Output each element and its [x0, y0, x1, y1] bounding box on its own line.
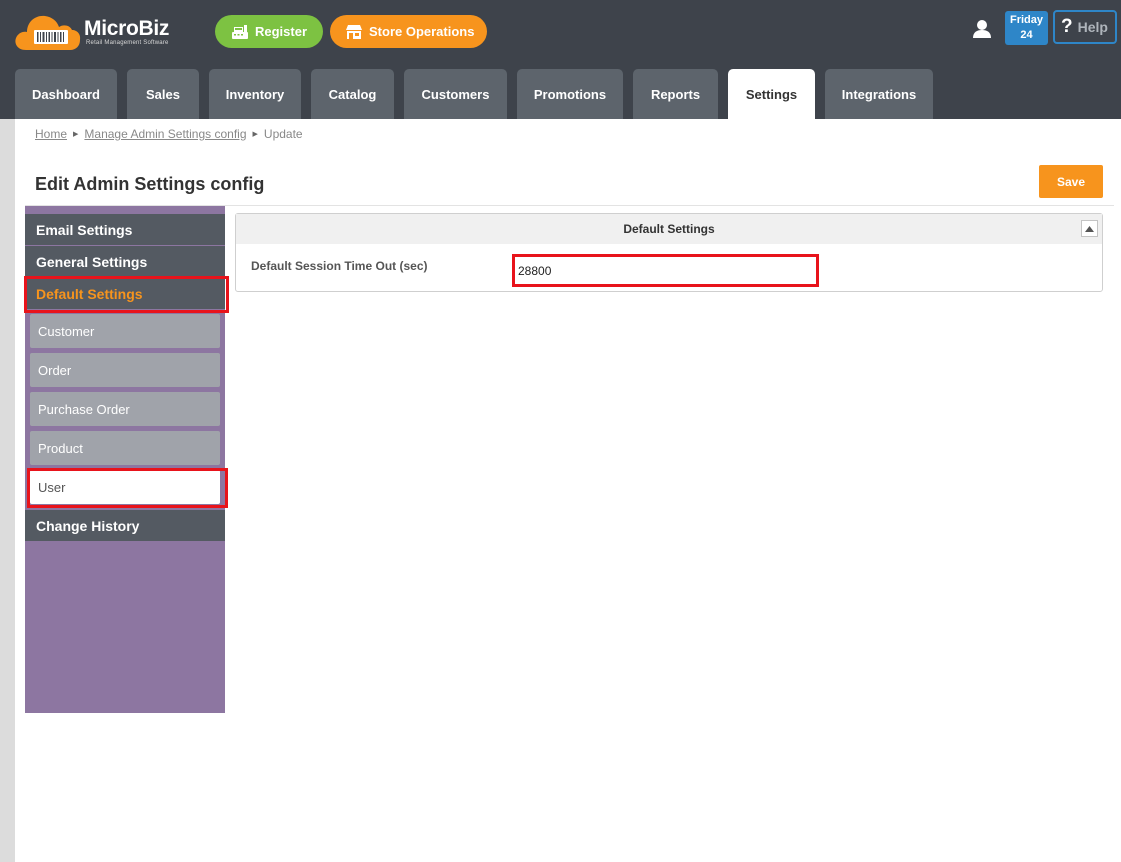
sidebar-item-default-settings[interactable]: Default Settings: [25, 278, 225, 309]
tab-reports[interactable]: Reports: [633, 69, 718, 119]
breadcrumb-manage-admin-settings[interactable]: Manage Admin Settings config: [84, 127, 246, 141]
sidebar-item-general-settings[interactable]: General Settings: [25, 246, 225, 277]
date-widget[interactable]: Friday 24: [1005, 11, 1048, 45]
breadcrumb-separator-icon: ▶: [73, 131, 79, 138]
page-title: Edit Admin Settings config: [35, 174, 265, 194]
tab-promotions[interactable]: Promotions: [517, 69, 623, 119]
left-edge-strip: [0, 119, 15, 862]
default-settings-panel: Default Settings Default Session Time Ou…: [235, 213, 1103, 292]
user-icon[interactable]: [970, 18, 994, 40]
breadcrumb-separator-icon: ▶: [252, 131, 258, 138]
sidebar-subitem-user[interactable]: User: [30, 470, 220, 504]
sidebar-item-email-settings[interactable]: Email Settings: [25, 214, 225, 245]
help-label: Help: [1077, 19, 1108, 35]
tab-integrations[interactable]: Integrations: [825, 69, 933, 119]
help-button[interactable]: ? Help: [1053, 10, 1117, 44]
sidebar-item-change-history[interactable]: Change History: [25, 510, 225, 541]
triangle-up-icon: [1085, 225, 1094, 232]
storefront-icon: [345, 24, 363, 40]
session-timeout-label: Default Session Time Out (sec): [251, 259, 428, 273]
sidebar-subitem-purchase-order[interactable]: Purchase Order: [30, 392, 220, 426]
top-header: MicroBiz Retail Management Software Regi…: [0, 0, 1121, 119]
question-mark-icon: ?: [1061, 16, 1073, 37]
sidebar-subitem-product[interactable]: Product: [30, 431, 220, 465]
breadcrumb-current: Update: [263, 127, 303, 141]
collapse-button[interactable]: [1081, 220, 1098, 237]
breadcrumb-home[interactable]: Home: [35, 127, 67, 141]
tab-customers[interactable]: Customers: [404, 69, 507, 119]
brand-tagline: Retail Management Software: [86, 40, 169, 46]
app-window: MicroBiz Retail Management Software Regi…: [0, 0, 1121, 862]
panel-title: Default Settings: [623, 222, 715, 236]
settings-sidebar: Email Settings General Settings Default …: [25, 206, 225, 713]
brand-name: MicroBiz: [84, 17, 170, 40]
store-operations-label: Store Operations: [369, 24, 475, 39]
sidebar-subitem-customer[interactable]: Customer: [30, 314, 220, 348]
logo[interactable]: MicroBiz Retail Management Software: [14, 12, 179, 52]
tab-inventory[interactable]: Inventory: [209, 69, 301, 119]
session-timeout-input[interactable]: [512, 254, 819, 287]
save-button[interactable]: Save: [1039, 165, 1103, 198]
register-label: Register: [255, 24, 308, 39]
register-button[interactable]: Register: [215, 15, 323, 48]
tab-catalog[interactable]: Catalog: [311, 69, 394, 119]
tab-settings[interactable]: Settings: [728, 69, 815, 119]
date-number: 24: [1020, 29, 1033, 41]
tab-sales[interactable]: Sales: [127, 69, 199, 119]
panel-header: Default Settings: [236, 214, 1102, 244]
date-day: Friday: [1009, 14, 1043, 26]
cash-register-icon: [231, 24, 249, 40]
tab-dashboard[interactable]: Dashboard: [15, 69, 117, 119]
sidebar-subitem-order[interactable]: Order: [30, 353, 220, 387]
store-operations-button[interactable]: Store Operations: [330, 15, 487, 48]
breadcrumb: Home ▶ Manage Admin Settings config ▶ Up…: [35, 127, 303, 141]
